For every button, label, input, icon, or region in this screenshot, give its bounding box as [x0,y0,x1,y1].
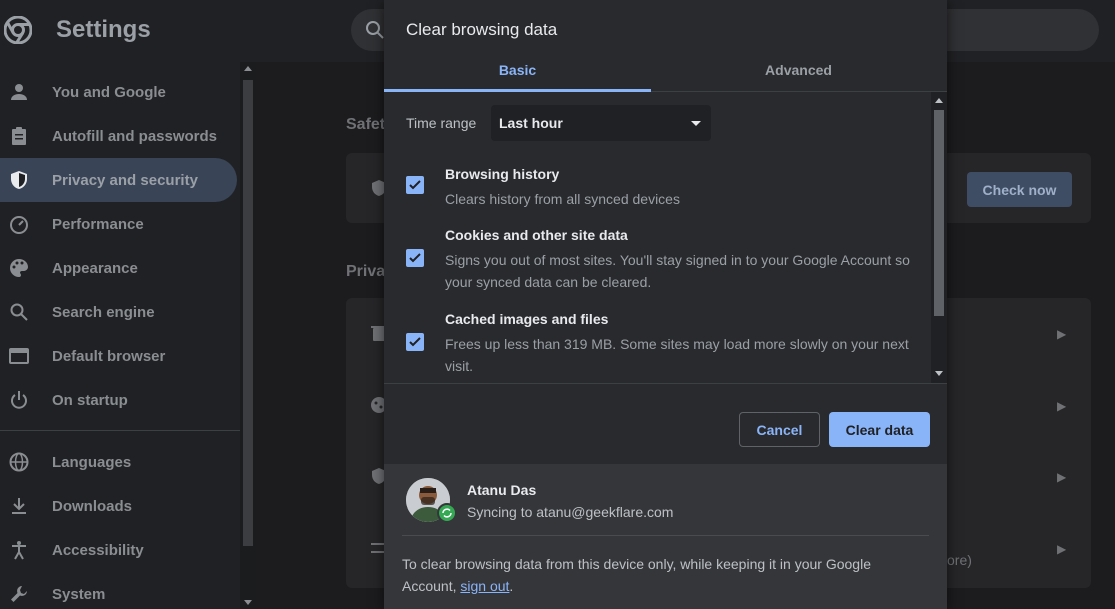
section-title-safety: Safet [346,116,386,133]
palette-icon [10,259,28,277]
clear-data-button[interactable]: Clear data [829,412,930,447]
scrollbar-thumb[interactable] [243,80,253,546]
checkmark-icon [409,337,421,347]
settings-sidebar: You and Google Autofill and passwords Pr… [0,62,240,609]
sidebar-scrollbar[interactable] [240,62,256,609]
accessibility-icon [12,541,26,560]
dialog-scrollbar[interactable] [931,92,947,383]
browsing-history-checkbox[interactable] [406,176,424,194]
chevron-right-icon[interactable]: ▶ [1057,399,1066,413]
sync-badge-icon [437,503,457,523]
sidebar-item-label: On startup [52,391,128,409]
chrome-logo-icon [4,16,32,44]
wrench-icon [11,586,27,602]
search-icon [10,303,28,321]
dialog-title: Clear browsing data [406,20,558,39]
section-title-privacy: Priva [346,263,386,280]
sidebar-item-autofill[interactable]: Autofill and passwords [0,114,237,158]
sidebar-item-system[interactable]: System [0,572,237,609]
cached-images-checkbox[interactable] [406,333,424,351]
note-suffix: . [509,578,514,594]
dialog-options-area: Time range Last hour Browsing history Cl… [384,92,947,384]
time-range-select[interactable]: Last hour [491,105,711,141]
chevron-right-icon[interactable]: ▶ [1057,327,1066,341]
sidebar-item-performance[interactable]: Performance [0,202,237,246]
time-range-value: Last hour [499,115,563,131]
cookies-checkbox[interactable] [406,249,424,267]
scrollbar-thumb[interactable] [934,110,944,316]
sidebar-item-on-startup[interactable]: On startup [0,378,237,422]
scroll-down-arrow-icon[interactable] [935,371,943,376]
person-icon [11,84,27,100]
download-icon [12,498,26,514]
time-range-label: Time range [406,115,477,131]
footer-note: To clear browsing data from this device … [402,553,922,597]
sidebar-item-label: Autofill and passwords [52,127,218,145]
sidebar-item-label: Languages [52,453,132,471]
sidebar-item-label: Appearance [52,259,138,277]
dialog-tabs: Basic Advanced [384,48,947,92]
sidebar-item-privacy-and-security[interactable]: Privacy and security [0,158,237,202]
scroll-up-arrow-icon[interactable] [935,98,943,103]
user-name: Atanu Das [467,482,537,498]
sidebar-item-appearance[interactable]: Appearance [0,246,237,290]
option-title: Cookies and other site data [445,227,628,243]
chevron-right-icon[interactable]: ▶ [1057,542,1066,556]
sidebar-item-label: You and Google [52,83,166,101]
user-sync-status: Syncing to atanu@geekflare.com [467,504,674,520]
dialog-footer: Atanu Das Syncing to atanu@geekflare.com… [384,464,947,609]
scroll-down-arrow-icon[interactable] [244,600,252,605]
option-title: Browsing history [445,166,560,182]
cancel-button[interactable]: Cancel [739,412,820,447]
option-description: Clears history from all synced devices [445,191,680,207]
sidebar-item-label: Search engine [52,303,155,321]
footer-divider [402,535,929,536]
tab-advanced[interactable]: Advanced [665,48,932,91]
sidebar-item-you-and-google[interactable]: You and Google [0,70,237,114]
sidebar-item-default-browser[interactable]: Default browser [0,334,237,378]
sidebar-item-downloads[interactable]: Downloads [0,484,237,528]
sidebar-item-label: Privacy and security [52,171,198,189]
check-now-button[interactable]: Check now [967,172,1072,207]
shield-icon [11,171,27,189]
search-icon [366,21,384,39]
sidebar-item-label: Default browser [52,347,166,365]
speedometer-icon [10,216,28,234]
option-description: Frees up less than 319 MB. Some sites ma… [445,336,909,374]
sidebar-divider [0,430,240,431]
sidebar-item-accessibility[interactable]: Accessibility [0,528,237,572]
clipboard-icon [12,127,26,145]
checkmark-icon [409,180,421,190]
sign-out-link[interactable]: sign out [460,578,509,594]
chevron-right-icon[interactable]: ▶ [1057,470,1066,484]
sidebar-item-label: System [52,585,106,603]
sidebar-item-languages[interactable]: Languages [0,440,237,484]
power-icon [11,391,27,409]
chevron-down-icon [691,121,701,126]
sidebar-item-label: Performance [52,215,144,233]
browser-icon [9,348,29,364]
option-description: Signs you out of most sites. You'll stay… [445,252,910,290]
sidebar-item-label: Accessibility [52,541,144,559]
page-title: Settings [56,16,151,43]
clear-browsing-data-dialog: Clear browsing data Basic Advanced Time … [384,0,947,609]
scroll-up-arrow-icon[interactable] [244,66,252,71]
option-title: Cached images and files [445,311,609,327]
sidebar-item-label: Downloads [52,497,133,515]
tab-basic[interactable]: Basic [384,48,651,92]
globe-icon [9,452,29,472]
sidebar-item-search-engine[interactable]: Search engine [0,290,237,334]
row-partial-text: ore) [947,552,972,568]
checkmark-icon [409,253,421,263]
